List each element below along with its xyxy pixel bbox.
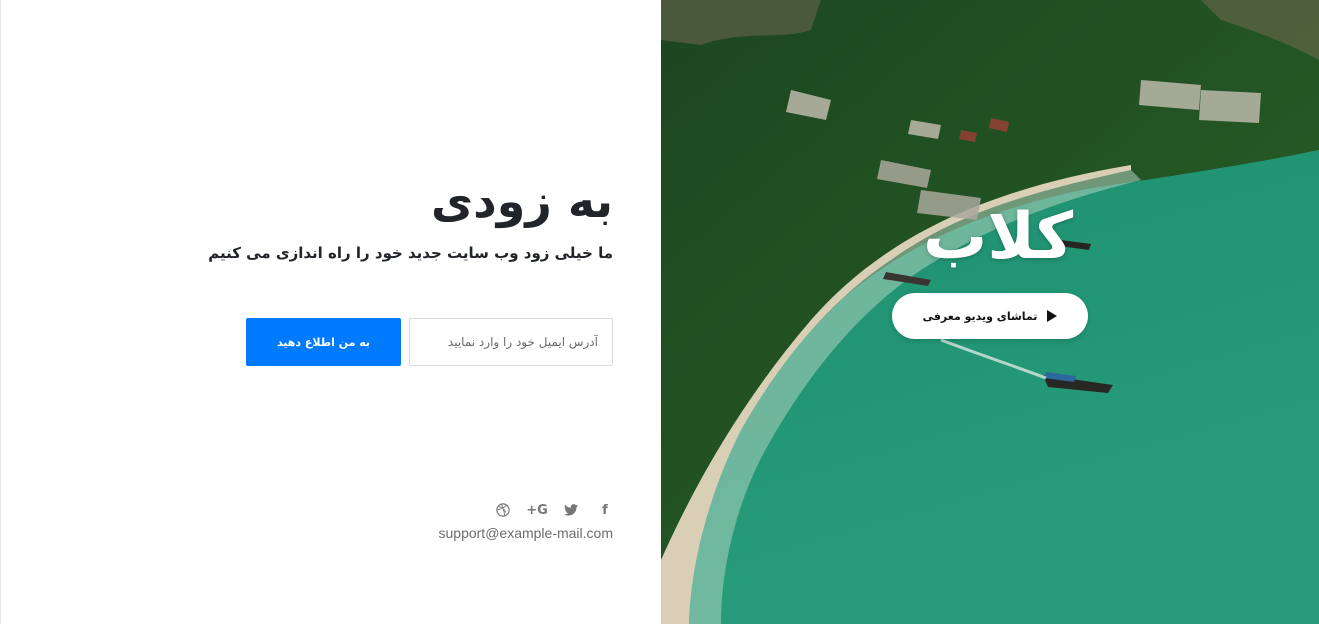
- watch-video-label: تماشای ویدیو معرفی: [922, 309, 1038, 323]
- watch-video-button[interactable]: تماشای ویدیو معرفی: [892, 293, 1088, 339]
- dribbble-icon[interactable]: [495, 502, 511, 518]
- hero-image: کلاب تماشای ویدیو معرفی: [661, 0, 1319, 624]
- social-links: f G+: [495, 502, 613, 518]
- brand-logo: کلاب: [923, 200, 1074, 274]
- google-plus-icon[interactable]: G+: [526, 502, 548, 518]
- notify-me-button[interactable]: به من اطلاع دهید: [246, 318, 401, 366]
- play-icon: [1047, 310, 1058, 322]
- page-subtitle: ما خیلی زود وب سایت جدید خود را راه اندا…: [208, 244, 613, 262]
- hero-content: به زودی ما خیلی زود وب سایت جدید خود را …: [193, 170, 613, 366]
- page-title: به زودی: [430, 174, 613, 228]
- support-email[interactable]: support@example-mail.com: [439, 525, 614, 541]
- facebook-icon[interactable]: f: [597, 502, 613, 518]
- email-field[interactable]: [409, 318, 613, 366]
- subscribe-form: به من اطلاع دهید: [246, 318, 613, 366]
- left-panel: به زودی ما خیلی زود وب سایت جدید خود را …: [0, 0, 661, 624]
- twitter-icon[interactable]: [563, 502, 579, 518]
